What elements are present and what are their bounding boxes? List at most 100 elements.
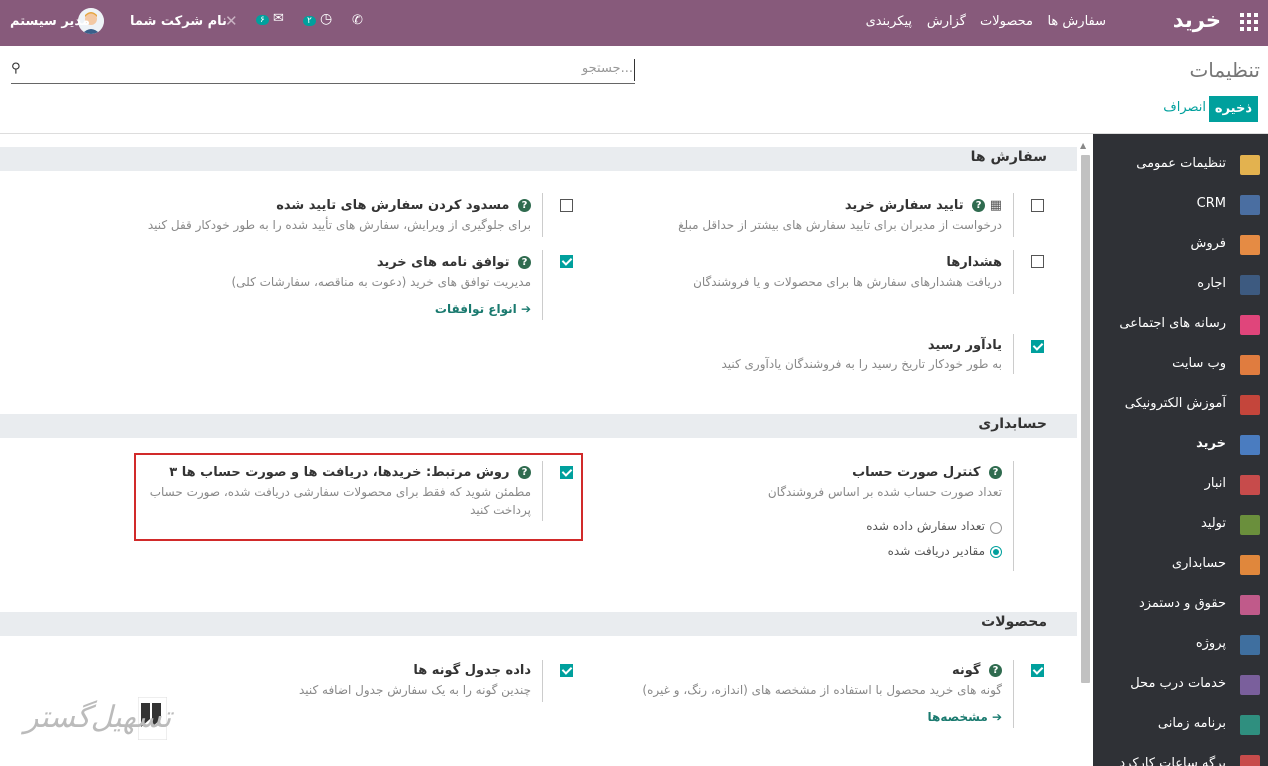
phone-icon[interactable]: ✆: [352, 13, 363, 28]
calendar-icon: [1240, 275, 1260, 295]
planning-icon: [1240, 715, 1260, 735]
variants-title: گونه ?: [952, 663, 1002, 678]
sidebar-item-timesheets[interactable]: برگه ساعات کارکرد: [1093, 745, 1268, 766]
highlight-box: [134, 453, 583, 541]
search-placeholder: جستجو...: [581, 61, 633, 76]
cancel-button[interactable]: انصراف: [1163, 100, 1206, 115]
section-header-orders: سفارش ها: [0, 147, 1077, 171]
app-brand[interactable]: خرید: [1173, 8, 1221, 32]
sidebar-item-sales[interactable]: فروش: [1093, 225, 1268, 265]
sidebar-item-general-settings[interactable]: تنظیمات عمومی: [1093, 145, 1268, 185]
apps-menu-icon[interactable]: [1240, 13, 1258, 31]
chat-icon: ✉: [272, 11, 284, 26]
sidebar-item-project[interactable]: پروژه: [1093, 625, 1268, 665]
help-icon[interactable]: ?: [989, 466, 1002, 479]
lock-orders-checkbox[interactable]: [560, 199, 573, 212]
ordered-quantities-label[interactable]: تعداد سفارش داده شده: [866, 519, 985, 533]
clock-icon: [1240, 755, 1260, 766]
warnings-checkbox[interactable]: [1031, 255, 1044, 268]
scroll-up-icon[interactable]: ▲: [1080, 141, 1086, 150]
sidebar-item-social[interactable]: رسانه های اجتماعی: [1093, 305, 1268, 345]
setting-purchase-agreements: توافق نامه های خرید ? مدیریت توافق های خ…: [130, 250, 585, 320]
agreement-types-link[interactable]: انواع توافقات ➔: [435, 302, 531, 316]
bill-control-desc: تعداد صورت حساب شده بر اساس فروشندگان: [767, 485, 1002, 499]
help-icon[interactable]: ?: [972, 199, 986, 212]
globe-icon: [1240, 355, 1260, 375]
card-icon: [1240, 435, 1260, 455]
sidebar-item-payroll[interactable]: حقوق و دستمزد: [1093, 585, 1268, 625]
sidebar-item-field-service[interactable]: خدمات درب محل: [1093, 665, 1268, 705]
menu-report[interactable]: گزارش: [927, 14, 966, 29]
sidebar-item-planning[interactable]: برنامه زمانی: [1093, 705, 1268, 745]
lock-orders-desc: برای جلوگیری از ویرایش، سفارش های تأیید …: [147, 218, 531, 232]
sidebar-item-website[interactable]: وب سایت: [1093, 345, 1268, 385]
control-divider: [0, 133, 1268, 134]
payroll-icon: [1240, 595, 1260, 615]
receipt-reminder-title: یادآور رسید: [927, 338, 1002, 353]
receipt-reminder-checkbox[interactable]: [1031, 340, 1044, 353]
lock-orders-title: مسدود کردن سفارش های تایید شده ?: [276, 198, 531, 213]
user-menu[interactable]: مدیر سیستم: [10, 14, 90, 29]
setting-variant-grid: داده جدول گونه ها چندین گونه را به یک سف…: [130, 660, 585, 704]
warnings-desc: دریافت هشدارهای سفارش ها برای محصولات و …: [693, 275, 1002, 289]
help-icon[interactable]: ?: [518, 256, 531, 269]
bill-control-title: کنترل صورت حساب ?: [852, 465, 1002, 480]
activities-count-badge: ۲: [303, 16, 316, 26]
po-approval-checkbox[interactable]: [1031, 199, 1044, 212]
po-approval-desc: درخواست از مدیران برای تایید سفارش های ب…: [678, 218, 1002, 232]
variants-checkbox[interactable]: [1031, 664, 1044, 677]
variants-desc: گونه های خرید محصول با استفاده از مشخصه …: [642, 683, 1002, 697]
section-header-accounting: حسابداری: [0, 414, 1077, 438]
puzzle-icon: [1240, 635, 1260, 655]
messages-button[interactable]: ۶ ✉: [256, 11, 284, 26]
sidebar-item-elearning[interactable]: آموزش الکترونیکی: [1093, 385, 1268, 425]
receipt-reminder-desc: به طور خودکار تاریخ رسید را به فروشندگان…: [721, 357, 1002, 371]
setting-bill-control: کنترل صورت حساب ? تعداد صورت حساب شده بر…: [620, 461, 1054, 571]
agreements-title: توافق نامه های خرید ?: [377, 255, 531, 270]
breadcrumb: تنظیمات: [1189, 58, 1260, 82]
agreements-desc: مدیریت توافق های خرید (دعوت به مناقصه، س…: [231, 275, 531, 289]
chart-icon: [1240, 235, 1260, 255]
menu-products[interactable]: محصولات: [980, 14, 1033, 29]
help-icon[interactable]: ?: [989, 664, 1002, 677]
variant-grid-checkbox[interactable]: [560, 664, 573, 677]
attributes-link[interactable]: مشخصه‌ها ➔: [928, 710, 1002, 724]
invoice-icon: [1240, 555, 1260, 575]
setting-receipt-reminder: یادآور رسید به طور خودکار تاریخ رسید را …: [620, 334, 1054, 378]
received-quantities-label[interactable]: مقادیر دریافت شده: [888, 544, 985, 558]
help-icon[interactable]: ?: [518, 199, 531, 212]
gear-icon: [1240, 155, 1260, 175]
agreements-checkbox[interactable]: [560, 255, 573, 268]
search-icon[interactable]: ⚲: [11, 61, 21, 76]
received-quantities-radio[interactable]: [990, 546, 1002, 558]
warnings-title: هشدارها: [946, 255, 1002, 270]
sidebar-item-purchase[interactable]: خرید: [1093, 425, 1268, 465]
wrench-icon: [1240, 515, 1260, 535]
sidebar-item-rental[interactable]: اجاره: [1093, 265, 1268, 305]
scrollbar-thumb[interactable]: [1081, 155, 1090, 683]
ordered-quantities-radio[interactable]: [990, 522, 1002, 534]
activities-button[interactable]: ۲ ◷: [303, 11, 332, 27]
variant-grid-desc: چندین گونه را به یک سفارش جدول اضافه کنی…: [298, 683, 531, 697]
settings-sidebar: تنظیمات عمومی CRM فروش اجاره رسانه های ا…: [1093, 134, 1268, 766]
menu-configuration[interactable]: پیکربندی: [866, 14, 912, 29]
messages-count-badge: ۶: [256, 15, 269, 25]
handshake-icon: [1240, 195, 1260, 215]
company-switcher[interactable]: نام شرکت شما: [130, 14, 227, 29]
sidebar-item-accounting[interactable]: حسابداری: [1093, 545, 1268, 585]
section-title: محصولات: [981, 614, 1047, 630]
sidebar-item-inventory[interactable]: انبار: [1093, 465, 1268, 505]
save-button[interactable]: ذخیره: [1208, 96, 1258, 122]
elearning-icon: [1240, 395, 1260, 415]
po-approval-title: تایید سفارش خرید ? ▦: [844, 198, 1002, 213]
arrow-icon: ➔: [520, 302, 531, 316]
setting-lock-orders: مسدود کردن سفارش های تایید شده ? برای جل…: [130, 193, 585, 237]
section-header-products: محصولات: [0, 612, 1077, 636]
field-service-icon: [1240, 675, 1260, 695]
menu-orders[interactable]: سفارش ها: [1047, 14, 1106, 29]
setting-variants: گونه ? گونه های خرید محصول با استفاده از…: [620, 660, 1054, 730]
section-title: سفارش ها: [970, 149, 1047, 165]
sidebar-item-manufacturing[interactable]: تولید: [1093, 505, 1268, 545]
search-input[interactable]: جستجو... ⚲: [11, 58, 635, 84]
sidebar-item-crm[interactable]: CRM: [1093, 185, 1268, 225]
